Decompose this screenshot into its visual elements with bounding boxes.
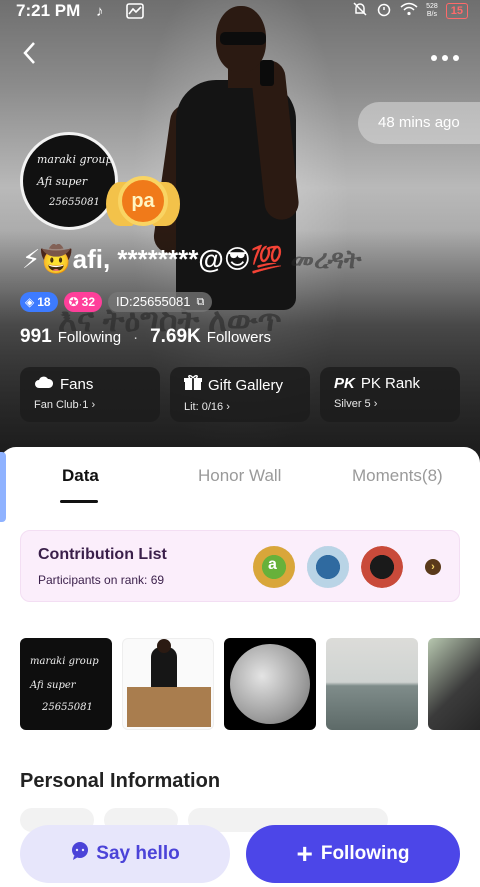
star-tag[interactable]: ✪ 32 bbox=[63, 292, 103, 312]
photo1-text-line1: maraki group bbox=[30, 656, 99, 667]
follow-stats: 991 Following · 7.69K Followers bbox=[20, 326, 271, 348]
more-dots-icon bbox=[431, 55, 459, 61]
photo-thumbnail[interactable] bbox=[326, 638, 418, 730]
gift-gallery-card-sub: Lit: 0/16 › bbox=[184, 401, 230, 413]
pk-rank-card-sub: Silver 5 › bbox=[334, 398, 378, 410]
alarm-icon bbox=[376, 1, 392, 21]
person-phone bbox=[260, 60, 274, 86]
following-count[interactable]: 991 bbox=[20, 326, 52, 348]
level-medal-badge[interactable]: pa bbox=[106, 176, 180, 232]
following-button-label: Following bbox=[320, 843, 410, 864]
say-hello-button[interactable]: Say hello bbox=[20, 825, 230, 883]
avatar[interactable]: maraki group Afi super 25655081 bbox=[20, 132, 118, 230]
profile-tabs: Data Honor Wall Moments(8) bbox=[0, 466, 480, 506]
plus-icon: + bbox=[296, 838, 313, 869]
chevron-left-icon bbox=[23, 42, 35, 64]
profile-tags: ◈ 18 ✪ 32 ID:25655081 ⧉ bbox=[20, 291, 213, 313]
contributor-avatar-1-letter: a bbox=[268, 556, 277, 573]
photo-thumbnail[interactable] bbox=[224, 638, 316, 730]
active-tab-indicator bbox=[60, 500, 98, 503]
tab-moments[interactable]: Moments(8) bbox=[352, 466, 443, 486]
photo1-text-line3: 25655081 bbox=[42, 702, 93, 713]
user-id-label: ID:25655081 bbox=[116, 294, 191, 309]
contributor-avatar-2[interactable] bbox=[307, 546, 349, 588]
tab-honor-wall[interactable]: Honor Wall bbox=[198, 466, 281, 486]
contribution-list-card[interactable]: Contribution List Participants on rank: … bbox=[20, 530, 460, 602]
gift-gallery-card[interactable]: Gift Gallery Lit: 0/16 › bbox=[170, 367, 310, 422]
battery-indicator: 15 bbox=[445, 3, 468, 19]
say-hello-label: Say hello bbox=[96, 843, 180, 864]
profile-name-amharic-1: መረዳት bbox=[290, 244, 362, 274]
followers-count[interactable]: 7.69K bbox=[150, 326, 201, 348]
stats-separator: · bbox=[133, 329, 139, 346]
status-bar: 7:21 PM ♪ 528 B/s 15 bbox=[0, 0, 480, 24]
star-tag-value: 32 bbox=[81, 295, 96, 309]
cloud-icon bbox=[34, 375, 54, 393]
profile-name-main: ⚡🤠afi, ********@😎💯 bbox=[22, 244, 284, 274]
pk-rank-card-title: PK Rank bbox=[360, 375, 421, 392]
avatar-text-line2: Afi super bbox=[37, 175, 88, 188]
contributor-avatar-1[interactable]: a bbox=[253, 546, 295, 588]
moon-image bbox=[230, 644, 310, 724]
gift-gallery-card-title: Gift Gallery bbox=[208, 376, 284, 394]
pk-rank-card[interactable]: PK PK Rank Silver 5 › bbox=[320, 367, 460, 422]
back-button[interactable] bbox=[20, 40, 50, 70]
more-options-button[interactable] bbox=[430, 40, 460, 66]
fans-card-sub: Fan Club·1 › bbox=[34, 399, 96, 411]
avatar-text-line3: 25655081 bbox=[49, 197, 100, 208]
network-speed: 528 B/s bbox=[426, 3, 438, 19]
photo-thumbnail[interactable]: maraki group Afi super 25655081 bbox=[20, 638, 112, 730]
fans-card-title: Fans bbox=[60, 375, 94, 393]
profile-name: ⚡🤠afi, ********@😎💯 መረዳት bbox=[22, 244, 472, 286]
star-icon: ✪ bbox=[68, 295, 79, 309]
fans-card[interactable]: Fans Fan Club·1 › bbox=[20, 367, 160, 422]
photo-strip: maraki group Afi super 25655081 bbox=[20, 638, 480, 730]
photo-thumbnail[interactable] bbox=[428, 638, 480, 730]
followers-label[interactable]: Followers bbox=[207, 329, 271, 346]
user-id-tag[interactable]: ID:25655081 ⧉ bbox=[108, 292, 213, 312]
photo2-caption-block bbox=[127, 687, 211, 727]
personal-info-title: Personal Information bbox=[20, 770, 221, 792]
chat-bubble-icon bbox=[70, 841, 90, 867]
status-icons: 528 B/s 15 bbox=[352, 1, 468, 21]
contributor-avatar-3[interactable] bbox=[361, 546, 403, 588]
activity-icon bbox=[126, 3, 144, 23]
following-button[interactable]: + Following bbox=[246, 825, 460, 883]
profile-cards: Fans Fan Club·1 › Gift Gallery Lit: 0/16… bbox=[20, 367, 460, 422]
net-speed-unit: B/s bbox=[426, 11, 437, 18]
tiktok-icon: ♪ bbox=[96, 3, 104, 20]
net-speed-value: 528 bbox=[426, 3, 438, 10]
photo2-figure-head bbox=[157, 639, 171, 653]
photo1-text-line2: Afi super bbox=[30, 680, 76, 691]
status-time: 7:21 PM bbox=[16, 1, 81, 20]
contribution-title: Contribution List bbox=[38, 546, 167, 563]
level-tag-value: 18 bbox=[37, 295, 51, 309]
photo-thumbnail[interactable] bbox=[122, 638, 214, 730]
photo2-figure bbox=[151, 647, 177, 691]
contribution-subtitle: Participants on rank: 69 bbox=[38, 573, 165, 587]
level-tag[interactable]: ◈ 18 bbox=[20, 292, 58, 312]
following-label[interactable]: Following bbox=[58, 329, 121, 346]
pk-icon: PK bbox=[334, 375, 355, 392]
gift-icon bbox=[184, 375, 202, 395]
medal-icon: pa bbox=[118, 176, 168, 226]
person-sunglasses bbox=[220, 32, 266, 45]
wifi-icon bbox=[400, 2, 418, 20]
chevron-right-icon[interactable]: › bbox=[425, 559, 441, 575]
tab-data[interactable]: Data bbox=[62, 466, 99, 486]
avatar-text-line1: maraki group bbox=[37, 153, 113, 166]
level-icon: ◈ bbox=[25, 295, 35, 309]
copy-icon: ⧉ bbox=[196, 296, 205, 308]
mute-icon bbox=[352, 1, 368, 21]
last-active-pill: 48 mins ago bbox=[358, 102, 480, 144]
